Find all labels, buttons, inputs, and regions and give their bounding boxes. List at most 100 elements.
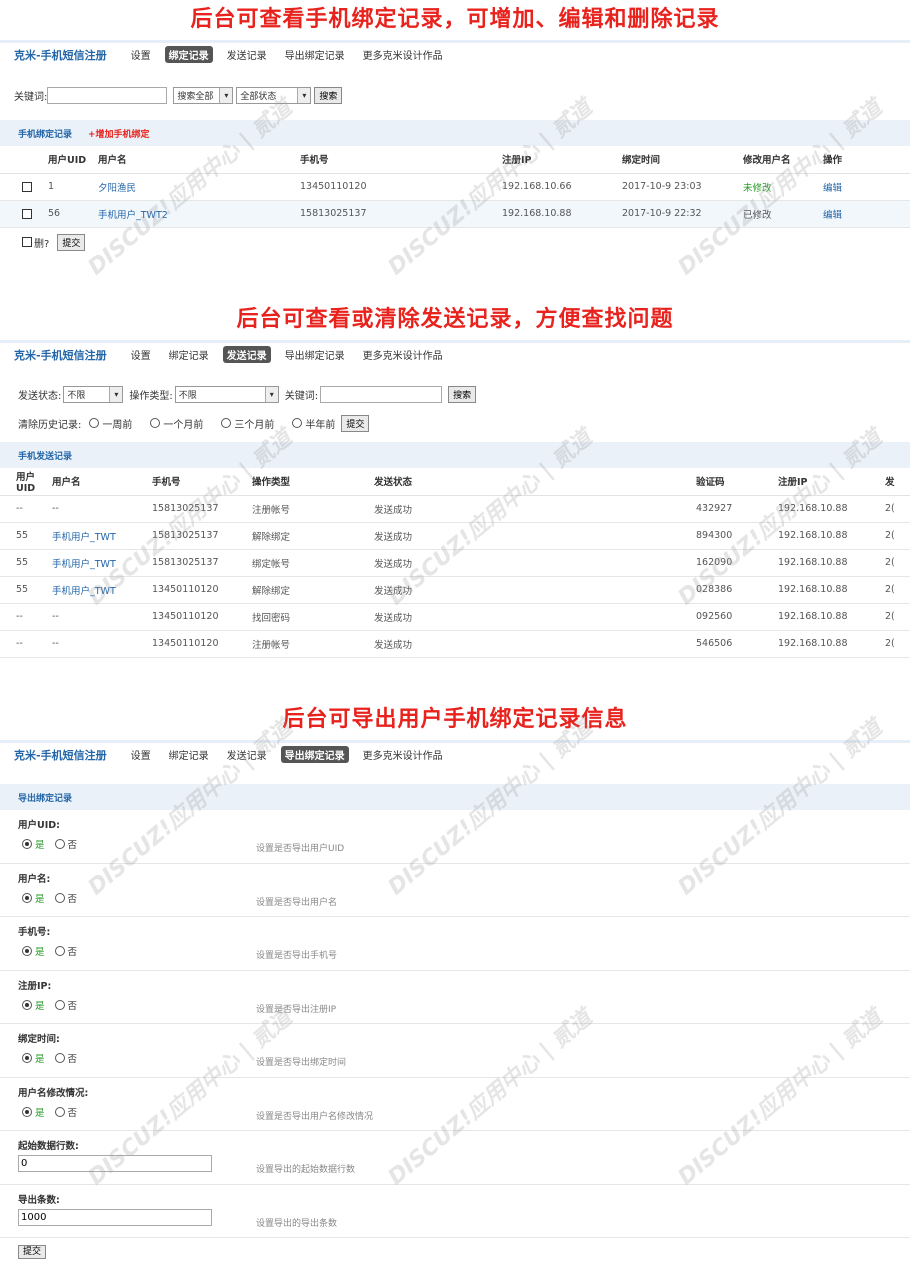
no-radio[interactable]	[54, 999, 65, 1010]
cell-username[interactable]: 手机用户_TWT	[52, 549, 152, 577]
nav-export-records[interactable]: 导出绑定记录	[281, 46, 349, 63]
col-ip: 注册IP	[502, 146, 622, 174]
cell-status: 发送成功	[374, 495, 696, 523]
add-bind-link[interactable]: +增加手机绑定	[88, 127, 150, 140]
clear-submit-button[interactable]: 提交	[341, 414, 370, 432]
nav-settings[interactable]: 设置	[127, 346, 155, 363]
edit-link[interactable]: 编辑	[823, 200, 910, 228]
cell-username: --	[52, 603, 152, 631]
app-title[interactable]: 克米-手机短信注册	[14, 347, 107, 363]
panel-bind-records: 后台可查看手机绑定记录，可增加、编辑和删除记录 克米-手机短信注册 设置 绑定记…	[0, 0, 910, 300]
cell-phone: 13450110120	[152, 603, 252, 631]
no-radio[interactable]	[54, 892, 65, 903]
banner-title: 后台可导出用户手机绑定记录信息	[282, 707, 628, 732]
app-title[interactable]: 克米-手机短信注册	[14, 747, 107, 763]
cell-username[interactable]: 手机用户_TWT	[52, 522, 152, 550]
nav-bind-records[interactable]: 绑定记录	[165, 346, 213, 363]
nav-send-records[interactable]: 发送记录	[223, 46, 271, 63]
cell-phone: 15813025137	[152, 522, 252, 550]
op-type-select[interactable]: 不限 ▾	[174, 385, 279, 403]
col-username: 用户名	[52, 468, 152, 496]
clear-option-radio[interactable]	[221, 418, 232, 428]
yes-radio[interactable]	[22, 999, 32, 1010]
nav-bind-records[interactable]: 绑定记录	[164, 46, 213, 63]
nav-export-records[interactable]: 导出绑定记录	[280, 746, 349, 763]
chevron-down-icon: ▾	[297, 87, 311, 103]
table-row: -- -- 13450110120 找回密码 发送成功 092560 192.168.10.…	[0, 603, 910, 631]
cell-code: 028386	[696, 576, 778, 604]
yes-radio[interactable]	[22, 839, 32, 849]
section-header: 手机绑定记录 +增加手机绑定	[0, 120, 910, 146]
field-label: 绑定时间:	[18, 1034, 60, 1045]
yes-label: 是	[35, 1054, 45, 1065]
cell-code: 432927	[696, 495, 778, 523]
count-input[interactable]	[18, 1208, 212, 1226]
cell-ip: 192.168.10.88	[778, 549, 885, 577]
no-label: 否	[67, 1000, 78, 1012]
top-nav: 克米-手机短信注册 设置 绑定记录 发送记录 导出绑定记录 更多克米设计作品	[0, 340, 910, 366]
no-radio[interactable]	[54, 1053, 65, 1063]
nav-bind-records[interactable]: 绑定记录	[165, 746, 213, 763]
nav-more-works[interactable]: 更多克米设计作品	[359, 746, 447, 763]
search-scope-select[interactable]: 搜索全部 ▾	[173, 86, 234, 104]
no-label: 否	[67, 840, 78, 851]
field-desc: 设置是否导出绑定时间	[256, 1058, 347, 1068]
cell-uid: 55	[0, 549, 52, 577]
cell-extra: 2(	[885, 495, 910, 523]
clear-option-radio[interactable]	[292, 418, 303, 428]
cell-extra: 2(	[885, 630, 910, 658]
export-submit-button[interactable]: 提交	[18, 1245, 47, 1259]
search-button[interactable]: 搜索	[314, 86, 343, 104]
nav-settings[interactable]: 设置	[127, 46, 155, 63]
cell-extra: 2(	[885, 522, 910, 550]
start-rows-input[interactable]	[18, 1155, 212, 1172]
app-title[interactable]: 克米-手机短信注册	[14, 47, 107, 63]
no-label: 否	[67, 893, 78, 905]
row-checkbox[interactable]	[22, 181, 32, 192]
cell-type: 解除绑定	[252, 576, 374, 604]
nav-settings[interactable]: 设置	[127, 746, 155, 763]
cell-username[interactable]: 手机用户_TWT	[52, 576, 152, 604]
no-radio[interactable]	[54, 1106, 65, 1117]
col-type: 操作类型	[252, 468, 374, 496]
start-desc: 设置导出的起始数据行数	[256, 1165, 356, 1175]
submit-button[interactable]: 提交	[57, 233, 86, 251]
send-status-select[interactable]: 不限 ▾	[63, 385, 124, 403]
export-row: 手机号: 是否设置是否导出手机号	[0, 917, 910, 971]
edit-link[interactable]: 编辑	[823, 173, 910, 201]
nav-send-records[interactable]: 发送记录	[222, 346, 271, 363]
keyword-input[interactable]	[47, 86, 168, 104]
cell-username[interactable]: 手机用户_TWT2	[98, 200, 300, 228]
no-radio[interactable]	[54, 839, 65, 849]
cell-ip: 192.168.10.88	[778, 630, 885, 658]
row-checkbox[interactable]	[22, 208, 32, 219]
chevron-down-icon: ▾	[109, 386, 123, 402]
cell-username[interactable]: 夕阳渔民	[98, 173, 300, 201]
clear-option-radio[interactable]	[89, 418, 100, 428]
delete-checkbox[interactable]	[22, 237, 32, 247]
nav-more-works[interactable]: 更多克米设计作品	[359, 346, 447, 363]
section-title: 手机绑定记录	[18, 129, 73, 140]
nav-export-records[interactable]: 导出绑定记录	[281, 346, 349, 363]
search-scope-value: 搜索全部	[177, 91, 214, 102]
nav-send-records[interactable]: 发送记录	[223, 746, 271, 763]
status-filter-value: 全部状态	[240, 91, 277, 102]
no-radio[interactable]	[54, 946, 65, 956]
search-button[interactable]: 搜索	[448, 385, 477, 403]
yes-radio[interactable]	[22, 1053, 32, 1063]
keyword-input[interactable]	[320, 385, 443, 403]
table-row: 56 手机用户_TWT2 15813025137 192.168.10.88 2…	[0, 200, 910, 228]
field-desc: 设置是否导出用户UID	[256, 844, 345, 854]
field-label: 用户名修改情况:	[18, 1087, 89, 1099]
section-title: 导出绑定记录	[18, 793, 73, 804]
cell-phone: 13450110120	[152, 630, 252, 658]
nav-more-works[interactable]: 更多克米设计作品	[359, 46, 447, 63]
yes-radio[interactable]	[22, 946, 32, 956]
clear-option-label: 三个月前	[234, 419, 275, 431]
yes-radio[interactable]	[22, 892, 32, 903]
clear-option-radio[interactable]	[150, 418, 161, 428]
yes-radio[interactable]	[22, 1106, 32, 1117]
search-bar: 关键词: 搜索全部 ▾ 全部状态 ▾ 搜索	[0, 66, 910, 110]
start-label: 起始数据行数:	[18, 1141, 79, 1152]
status-filter-select[interactable]: 全部状态 ▾	[236, 86, 312, 104]
